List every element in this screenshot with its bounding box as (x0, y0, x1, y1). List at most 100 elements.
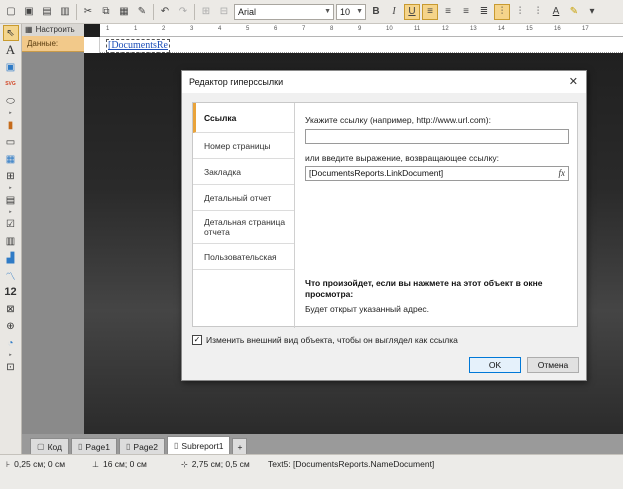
more-tools-icon[interactable]: ⊡ (3, 359, 19, 375)
tab-page2[interactable]: ▯ Page2 (119, 438, 166, 454)
align-right-icon[interactable]: ≡ (458, 4, 474, 20)
data-band-label[interactable]: Данные: (22, 36, 84, 52)
tools-panel: ⇖ A ▣ SVG ⬭ ▸ ▮ ▭ ▦ ⊞ ▸ ▤ ▸ ☑ ▥ ▟ 〽 12 ⊠… (0, 24, 22, 454)
align-left-icon[interactable]: ≡ (422, 3, 438, 20)
url-label: Укажите ссылку (например, http://www.url… (305, 115, 491, 125)
band-header[interactable]: ▦ Настроить (22, 24, 84, 36)
group-icon[interactable]: ⊞ (198, 4, 214, 20)
tab-page-number[interactable]: Номер страницы (193, 133, 294, 159)
ruler-mark: 13 (470, 26, 477, 32)
position-status: ⊦ 0,25 см; 0 см (6, 459, 65, 469)
text-tool-icon[interactable]: A (3, 42, 19, 58)
expression-label: или введите выражение, возвращающее ссыл… (305, 153, 499, 163)
expand-arrow-icon[interactable]: ▸ (3, 352, 19, 358)
ruler-mark: 6 (274, 26, 278, 32)
expression-value: [DocumentsReports.LinkDocument] (309, 168, 444, 178)
zip-tool-icon[interactable]: ⊠ (3, 301, 19, 317)
code-icon: ▢ (37, 441, 45, 451)
expand-arrow-icon[interactable]: ▸ (3, 185, 19, 191)
format-painter-icon[interactable]: ✎ (134, 4, 150, 20)
redo-icon[interactable]: ↷ (175, 4, 191, 20)
font-name-combo[interactable]: Arial ▼ (234, 3, 334, 20)
modify-appearance-checkbox[interactable]: ✓ Изменить внешний вид объекта, чтобы он… (192, 335, 458, 345)
valign-center-icon[interactable]: ⫶ (512, 4, 528, 20)
justify-icon[interactable]: ≣ (476, 4, 492, 20)
undo-icon[interactable]: ↶ (157, 4, 173, 20)
info-heading: Что произойдет, если вы нажмете на этот … (305, 278, 543, 299)
new-icon[interactable]: ▣ (21, 4, 37, 20)
matrix-tool-icon[interactable]: ⊞ (3, 168, 19, 184)
setup-icon: ▦ (25, 25, 33, 34)
cursor-status: ⊹ 2,75 см; 0,5 см (181, 459, 250, 469)
paste-icon[interactable]: ▦ (116, 4, 132, 20)
number-tool-icon[interactable]: 12 (3, 284, 19, 300)
svg-tool-icon[interactable]: SVG (3, 76, 19, 92)
expression-input[interactable]: [DocumentsReports.LinkDocument] fx (305, 166, 569, 181)
cut-icon[interactable]: ✂ (80, 4, 96, 20)
size-status: ⊥ 16 см; 0 см (92, 459, 147, 469)
more-icon[interactable]: ▾ (584, 4, 600, 20)
map-tool-icon[interactable]: ⊕ (3, 318, 19, 334)
link-type-tabs: Ссылка Номер страницы Закладка Детальный… (193, 103, 295, 328)
subreport-tool-icon[interactable]: ▭ (3, 134, 19, 150)
ruler-mark: 17 (582, 26, 589, 32)
align-center-icon[interactable]: ≡ (440, 4, 456, 20)
underline-button[interactable]: U (404, 3, 420, 20)
add-page-button[interactable]: + (232, 438, 248, 454)
close-icon[interactable]: ✕ (569, 71, 578, 93)
ok-button[interactable]: OK (469, 357, 521, 373)
font-name-value: Arial (238, 6, 257, 17)
font-size-combo[interactable]: 10 ▼ (336, 3, 366, 20)
position-icon: ⊦ (6, 459, 11, 469)
hyperlink-editor-dialog: Редактор гиперссылки ✕ Ссылка Номер стра… (181, 70, 587, 381)
url-input[interactable] (305, 129, 569, 144)
ruler-mark: 3 (190, 26, 194, 32)
sparkline-tool-icon[interactable]: 〽 (3, 267, 19, 283)
line-tool-icon[interactable]: ▮ (3, 117, 19, 133)
save-icon[interactable]: ▥ (57, 4, 73, 20)
tab-page1[interactable]: ▯ Page1 (71, 438, 118, 454)
ruler-mark: 7 (302, 26, 306, 32)
tab-custom[interactable]: Пользовательская (193, 244, 294, 270)
highlight-icon[interactable]: ✎ (566, 4, 582, 20)
valign-bottom-icon[interactable]: ⫶ (530, 4, 546, 20)
hyperlink-text-object[interactable]: [DocumentsRe (106, 39, 170, 53)
bold-button[interactable]: B (368, 4, 384, 20)
tab-detail-report[interactable]: Детальный отчет (193, 185, 294, 211)
dialog-body: Ссылка Номер страницы Закладка Детальный… (192, 102, 578, 328)
ruler-mark: 16 (554, 26, 561, 32)
page-margin (84, 37, 100, 53)
ruler-mark: 10 (386, 26, 393, 32)
picture-tool-icon[interactable]: ▣ (3, 59, 19, 75)
gauge-tool-icon[interactable]: ◔ (3, 335, 19, 351)
checkbox-checked-icon[interactable]: ✓ (192, 335, 202, 345)
tab-bookmark[interactable]: Закладка (193, 159, 294, 185)
add-icon: + (237, 441, 243, 452)
tab-code[interactable]: ▢ Код (30, 438, 70, 454)
shape-tool-icon[interactable]: ⬭ (3, 93, 19, 109)
checkbox-tool-icon[interactable]: ☑ (3, 216, 19, 232)
expand-arrow-icon[interactable]: ▸ (3, 110, 19, 116)
ruler-mark: 12 (442, 26, 449, 32)
tab-subreport1[interactable]: ▯ Subreport1 (167, 436, 231, 454)
ruler-mark: 1 (134, 26, 138, 32)
text-color-icon[interactable]: A (548, 4, 564, 20)
expand-arrow-icon[interactable]: ▸ (3, 209, 19, 215)
table-tool-icon[interactable]: ▦ (3, 151, 19, 167)
barcode-tool-icon[interactable]: ▥ (3, 233, 19, 249)
band-panel: ▦ Настроить ◆◆ Данные: (22, 24, 99, 454)
open-icon[interactable]: ▤ (39, 4, 55, 20)
tab-link[interactable]: Ссылка (193, 103, 294, 133)
richtext-tool-icon[interactable]: ▤ (3, 192, 19, 208)
ungroup-icon[interactable]: ⊟ (216, 4, 232, 20)
tab-detail-page[interactable]: Детальная страница отчета (193, 211, 294, 244)
pointer-tool-icon[interactable]: ⇖ (2, 25, 19, 41)
italic-button[interactable]: I (386, 4, 402, 20)
chart-tool-icon[interactable]: ▟ (3, 250, 19, 266)
copy-icon[interactable]: ⧉ (98, 4, 114, 20)
data-band-area[interactable] (100, 37, 623, 53)
expression-editor-icon[interactable]: fx (559, 167, 566, 180)
cancel-button[interactable]: Отмена (527, 357, 579, 373)
valign-top-icon[interactable]: ⫶ (494, 3, 510, 20)
new-page-icon[interactable]: ▢ (3, 4, 19, 20)
